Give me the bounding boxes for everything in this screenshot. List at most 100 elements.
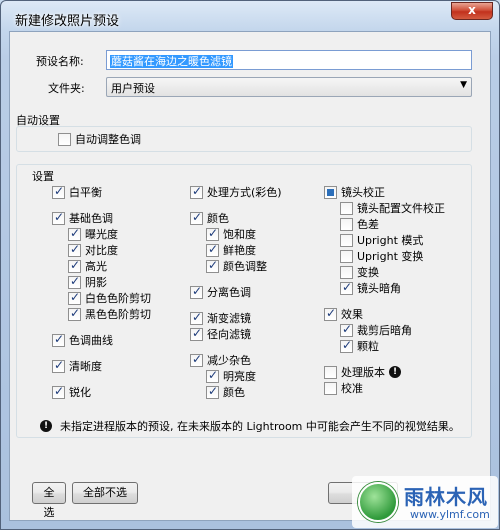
white-clipping-checkbox[interactable]: 白色色阶剪切 [68, 290, 151, 306]
process-version-checkbox[interactable]: 处理版本! [324, 364, 401, 380]
process-version-note: ! 未指定进程版本的预设, 在未来版本的 Lightroom 中可能会产生不同的… [40, 418, 460, 434]
grain-checkbox[interactable]: 颗粒 [340, 338, 379, 354]
luminance-checkbox[interactable]: 明亮度 [206, 368, 256, 384]
window-title: 新建修改照片预设 [15, 14, 120, 29]
effects-checkbox[interactable]: 效果 [324, 306, 363, 322]
checkbox-box[interactable] [190, 184, 203, 199]
checkbox-label: 高光 [85, 260, 107, 273]
checkbox-box[interactable] [340, 322, 353, 337]
tone-curve-checkbox[interactable]: 色调曲线 [52, 332, 113, 348]
checkbox-box[interactable] [340, 338, 353, 353]
checkbox-label: 分离色调 [207, 286, 251, 299]
split-toning-checkbox[interactable]: 分离色调 [190, 284, 251, 300]
checkbox-box[interactable] [52, 384, 65, 399]
select-none-button[interactable]: 全部不选 [72, 482, 138, 504]
checkbox-box[interactable] [340, 217, 353, 231]
checkbox-box[interactable] [340, 233, 353, 247]
color-checkbox[interactable]: 颜色 [190, 210, 229, 226]
lens-profile-checkbox[interactable]: 镜头配置文件校正 [340, 200, 445, 216]
checkbox-box[interactable] [190, 284, 203, 299]
checkbox-label: 阴影 [85, 276, 107, 289]
checkbox-box[interactable] [340, 265, 353, 279]
post-crop-vignetting-checkbox[interactable]: 裁剪后暗角 [340, 322, 412, 338]
checkbox-label: Upright 模式 [357, 234, 424, 247]
checkbox-box[interactable] [206, 258, 219, 273]
checkbox-box[interactable] [324, 381, 337, 395]
checkbox-box[interactable] [340, 280, 353, 295]
checkbox-label: 裁剪后暗角 [357, 324, 412, 337]
checkbox-box[interactable] [68, 258, 81, 273]
checkbox-box[interactable] [324, 306, 337, 321]
radial-filters-checkbox[interactable]: 径向滤镜 [190, 326, 251, 342]
vibrance-checkbox[interactable]: 鲜艳度 [206, 242, 256, 258]
select-all-button[interactable]: 全选 [32, 482, 66, 519]
checkbox-box[interactable] [190, 326, 203, 341]
treatment-checkbox[interactable]: 处理方式(彩色) [190, 184, 282, 200]
dialog-client-area: 预设名称: 蘑菇酱在海边之暖色滤镜 文件夹: 用户预设 ▼ 自动设置 自动调整色… [9, 31, 491, 521]
dropdown-arrow-icon: ▼ [460, 80, 467, 90]
auto-tone-checkbox[interactable]: 自动调整色调 [58, 131, 141, 147]
checkbox-box[interactable] [52, 184, 65, 199]
checkbox-box[interactable] [324, 185, 337, 199]
checkbox-box[interactable] [52, 210, 65, 225]
auto-tone-box[interactable] [58, 132, 71, 146]
nr-color-checkbox[interactable]: 颜色 [206, 384, 245, 400]
chromatic-aberration-checkbox[interactable]: 色差 [340, 216, 379, 232]
upright-transforms-checkbox[interactable]: Upright 变换 [340, 248, 423, 264]
checkbox-box[interactable] [340, 249, 353, 263]
checkbox-label: 明亮度 [223, 370, 256, 383]
checkbox-box[interactable] [206, 368, 219, 383]
clarity-checkbox[interactable]: 清晰度 [52, 358, 102, 374]
checkbox-box[interactable] [206, 242, 219, 257]
info-icon: ! [389, 366, 401, 378]
checkbox-label: 处理版本 [341, 366, 385, 379]
checkbox-label: 镜头配置文件校正 [357, 202, 445, 215]
color-adjust-checkbox[interactable]: 颜色调整 [206, 258, 267, 274]
checkbox-box[interactable] [206, 384, 219, 399]
preset-name-value: 蘑菇酱在海边之暖色滤镜 [110, 55, 233, 68]
checkbox-label: 镜头校正 [341, 186, 385, 199]
lens-corrections-checkbox[interactable]: 镜头校正 [324, 184, 385, 200]
upright-mode-checkbox[interactable]: Upright 模式 [340, 232, 423, 248]
folder-select[interactable]: 用户预设 ▼ [106, 77, 472, 97]
checkbox-label: 黑色色阶剪切 [85, 308, 151, 321]
title-bar[interactable]: 新建修改照片预设 x [1, 1, 499, 33]
checkbox-box[interactable] [68, 274, 81, 289]
graduated-filters-checkbox[interactable]: 渐变滤镜 [190, 310, 251, 326]
shadows-checkbox[interactable]: 阴影 [68, 274, 107, 290]
transform-checkbox[interactable]: 变换 [340, 264, 379, 280]
checkbox-box[interactable] [52, 332, 65, 347]
checkbox-box[interactable] [340, 201, 353, 215]
noise-reduction-checkbox[interactable]: 减少杂色 [190, 352, 251, 368]
lens-vignetting-checkbox[interactable]: 镜头暗角 [340, 280, 401, 296]
close-button[interactable]: x [451, 2, 493, 20]
checkbox-box[interactable] [52, 358, 65, 373]
auto-tone-label: 自动调整色调 [75, 133, 141, 146]
white-balance-checkbox[interactable]: 白平衡 [52, 184, 102, 200]
checkbox-label: 渐变滤镜 [207, 312, 251, 325]
checkbox-label: 白平衡 [69, 186, 102, 199]
checkbox-label: 校准 [341, 382, 363, 395]
checkbox-box[interactable] [190, 210, 203, 225]
checkbox-box[interactable] [190, 352, 203, 367]
black-clipping-checkbox[interactable]: 黑色色阶剪切 [68, 306, 151, 322]
checkbox-label: 鲜艳度 [223, 244, 256, 257]
checkbox-label: 基础色调 [69, 212, 113, 225]
contrast-checkbox[interactable]: 对比度 [68, 242, 118, 258]
checkbox-box[interactable] [68, 242, 81, 257]
preset-name-input[interactable]: 蘑菇酱在海边之暖色滤镜 [106, 50, 472, 70]
calibration-checkbox[interactable]: 校准 [324, 380, 363, 396]
checkbox-box[interactable] [324, 365, 337, 379]
close-icon: x [468, 3, 476, 17]
exposure-checkbox[interactable]: 曝光度 [68, 226, 118, 242]
checkbox-box[interactable] [190, 310, 203, 325]
checkbox-box[interactable] [206, 226, 219, 241]
basic-tone-checkbox[interactable]: 基础色调 [52, 210, 113, 226]
checkbox-box[interactable] [68, 290, 81, 305]
checkbox-box[interactable] [68, 226, 81, 241]
highlights-checkbox[interactable]: 高光 [68, 258, 107, 274]
saturation-checkbox[interactable]: 饱和度 [206, 226, 256, 242]
sharpening-checkbox[interactable]: 锐化 [52, 384, 91, 400]
checkbox-box[interactable] [68, 306, 81, 321]
checkbox-label: 对比度 [85, 244, 118, 257]
